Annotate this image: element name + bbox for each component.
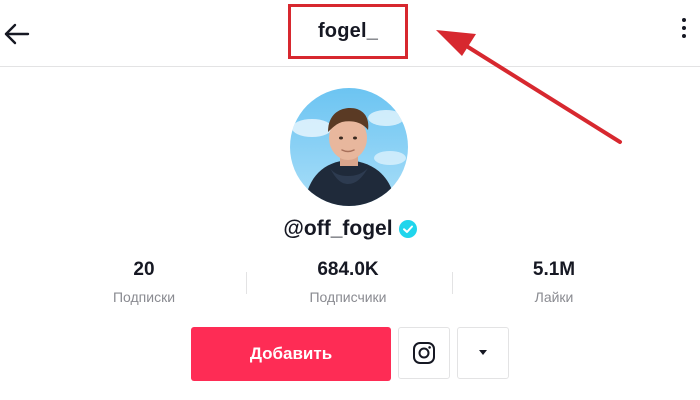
top-bar: fogel_ xyxy=(0,0,700,67)
more-actions-dropdown[interactable] xyxy=(457,327,509,379)
verified-check-icon xyxy=(398,220,417,238)
follow-button[interactable]: Добавить xyxy=(191,327,391,381)
profile-page: fogel_ @off_fogel 20 Подписки 684.0K Под… xyxy=(0,0,700,400)
instagram-icon xyxy=(413,342,435,364)
username-row: @off_fogel xyxy=(0,212,700,246)
stat-followers-label: Подписчики xyxy=(309,289,387,305)
stat-divider xyxy=(452,272,453,294)
title-highlight-box: fogel_ xyxy=(288,4,408,59)
caret-down-icon xyxy=(479,350,487,355)
stat-likes-label: Лайки xyxy=(534,289,574,305)
stat-following[interactable]: 20 Подписки xyxy=(44,256,244,308)
arrow-left-icon xyxy=(4,23,30,45)
more-options-button[interactable] xyxy=(676,18,692,48)
avatar-image xyxy=(290,88,408,206)
more-vertical-icon xyxy=(682,18,686,22)
page-title: fogel_ xyxy=(317,20,379,42)
username: @off_fogel xyxy=(283,217,393,240)
profile-stats: 20 Подписки 684.0K Подписчики 5.1M Лайки xyxy=(0,256,700,312)
stat-likes-value: 5.1M xyxy=(532,259,576,280)
instagram-button[interactable] xyxy=(398,327,450,379)
stat-following-label: Подписки xyxy=(112,289,176,305)
stat-following-value: 20 xyxy=(133,259,155,280)
stat-followers[interactable]: 684.0K Подписчики xyxy=(248,256,448,308)
back-button[interactable] xyxy=(2,14,32,54)
stat-likes[interactable]: 5.1M Лайки xyxy=(454,256,654,308)
follow-button-label: Добавить xyxy=(249,344,333,363)
avatar[interactable] xyxy=(290,88,408,206)
stat-divider xyxy=(246,272,247,294)
stat-followers-value: 684.0K xyxy=(317,259,379,280)
